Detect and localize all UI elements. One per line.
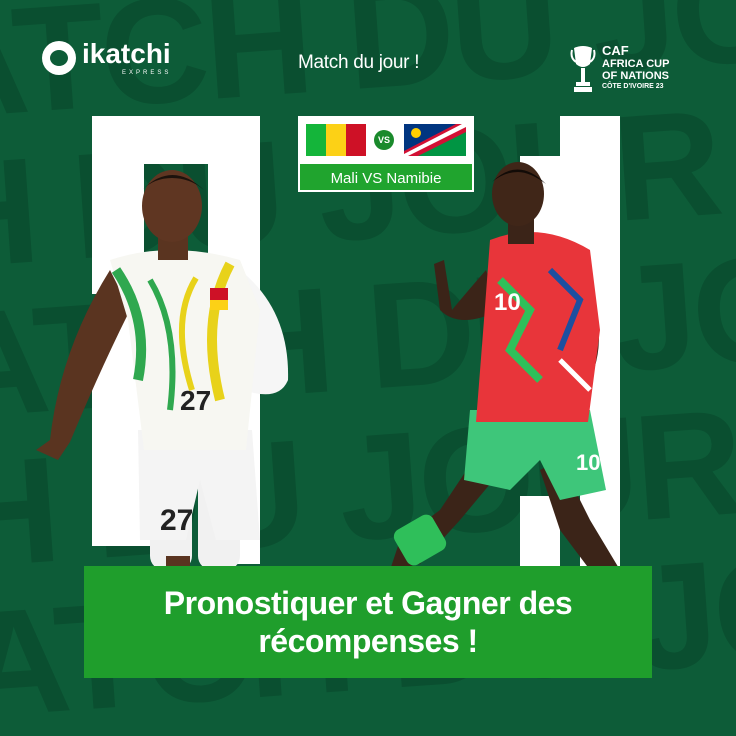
cta-line-1: Pronostiquer et Gagner des xyxy=(163,585,573,621)
caf-logo: CAF AFRICA CUP OF NATIONS CÔTE D'IVOIRE … xyxy=(570,44,669,94)
brand-logo: ikatchi EXPRESS xyxy=(42,40,171,76)
caf-subtitle-1: AFRICA CUP xyxy=(602,58,670,70)
vs-badge: VS xyxy=(374,130,394,150)
match-label: Mali VS Namibie xyxy=(298,164,474,192)
poster: ATCH DU JO H DU JOUR ATCH DU JO H DU JOU… xyxy=(0,0,736,736)
svg-text:10: 10 xyxy=(494,289,521,316)
brand-tagline: EXPRESS xyxy=(122,70,172,76)
mali-flag-icon xyxy=(306,124,366,156)
cta-banner[interactable]: Pronostiquer et Gagner des récompenses ! xyxy=(84,566,652,678)
header-title: Match du jour ! xyxy=(298,52,420,73)
namibia-flag-icon xyxy=(404,124,466,156)
brand-mark-icon xyxy=(42,41,76,75)
brand-name: ikatchi xyxy=(82,38,171,69)
namibia-player-illustration: 10 10 xyxy=(390,162,620,570)
caf-title: CAF xyxy=(602,43,629,58)
match-card: VS Mali VS Namibie xyxy=(298,116,474,192)
cta-line-2: récompenses ! xyxy=(258,623,478,659)
caf-host: CÔTE D'IVOIRE 23 xyxy=(602,83,664,90)
svg-text:27: 27 xyxy=(180,385,211,416)
svg-text:10: 10 xyxy=(576,450,600,475)
flags-panel: VS xyxy=(298,116,474,164)
mali-player-illustration: 27 27 xyxy=(36,170,289,570)
caf-subtitle-2: OF NATIONS xyxy=(602,70,670,82)
trophy-icon xyxy=(570,44,596,94)
svg-text:27: 27 xyxy=(160,504,193,537)
